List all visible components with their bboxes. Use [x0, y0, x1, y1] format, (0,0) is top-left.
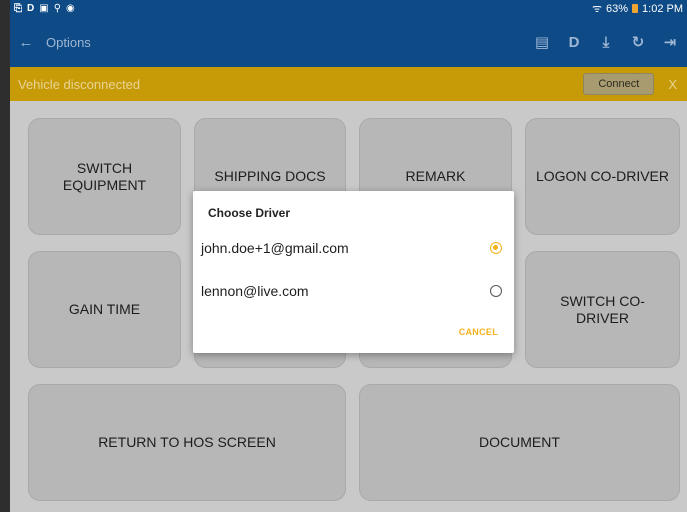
- battery-percent: 63%: [606, 2, 629, 15]
- back-arrow-icon[interactable]: ←: [12, 34, 40, 51]
- gallery-icon: ▣: [39, 3, 49, 14]
- driver-option[interactable]: lennon@live.com: [193, 274, 514, 308]
- vehicle-status-bar: Vehicle disconnected Connect X: [10, 67, 687, 101]
- driver-option-label: lennon@live.com: [201, 283, 309, 299]
- document-icon[interactable]: ▤: [533, 33, 551, 51]
- appbar-actions: ▤ D ⤓ ↻ ⇥: [533, 33, 687, 52]
- refresh-icon[interactable]: ↻: [629, 33, 647, 51]
- vehicle-status-message: Vehicle disconnected: [18, 76, 141, 92]
- dismiss-button[interactable]: X: [668, 77, 677, 92]
- choose-driver-dialog: Choose Driver john.doe+1@gmail.com lenno…: [193, 191, 514, 353]
- remark-label: REMARK: [405, 168, 466, 184]
- status-bar: ⎘ D ▣ ⚲ ◉ ᯤ 63% 1:02 PM: [10, 0, 687, 17]
- logon-codriver-label: LOGON CO-DRIVER: [535, 168, 669, 184]
- app-icon: ◉: [66, 3, 75, 14]
- app-bar: ← Options ▤ D ⤓ ↻ ⇥: [10, 17, 687, 67]
- page-title: Options: [46, 34, 91, 50]
- dialog-title: Choose Driver: [208, 206, 291, 220]
- d-icon[interactable]: D: [565, 34, 583, 51]
- gain-time-label: GAIN TIME: [68, 301, 141, 317]
- gain-time-button[interactable]: GAIN TIME: [28, 251, 181, 368]
- switch-codriver-button[interactable]: SWITCH CO-DRIVER: [525, 251, 680, 368]
- shipping-docs-label: SHIPPING DOCS: [214, 168, 326, 184]
- radio-unselected-icon[interactable]: [490, 285, 502, 297]
- driver-option[interactable]: john.doe+1@gmail.com: [193, 231, 514, 265]
- logout-icon[interactable]: ⇥: [661, 33, 679, 51]
- document-button[interactable]: DOCUMENT: [359, 384, 680, 501]
- logon-codriver-button[interactable]: LOGON CO-DRIVER: [525, 118, 680, 235]
- return-hos-button[interactable]: RETURN TO HOS SCREEN: [28, 384, 346, 501]
- connect-button[interactable]: Connect: [583, 73, 655, 95]
- return-hos-label: RETURN TO HOS SCREEN: [98, 434, 276, 450]
- app-frame: ⎘ D ▣ ⚲ ◉ ᯤ 63% 1:02 PM ← Options ▤ D ⤓ …: [0, 0, 687, 512]
- download-icon[interactable]: ⤓: [597, 34, 615, 51]
- usb-icon: ⚲: [53, 3, 62, 14]
- driver-option-label: john.doe+1@gmail.com: [201, 240, 349, 256]
- switch-equipment-button[interactable]: SWITCH EQUIPMENT: [28, 118, 181, 235]
- document-label: DOCUMENT: [479, 434, 560, 450]
- battery-icon: [632, 4, 639, 13]
- switch-equipment-label: SWITCH EQUIPMENT: [62, 159, 147, 193]
- d-icon: D: [27, 3, 35, 14]
- clock: 1:02 PM: [642, 2, 683, 15]
- wifi-icon: ᯤ: [591, 3, 602, 15]
- screenshot-icon: ⎘: [14, 3, 22, 14]
- switch-codriver-label: SWITCH CO-DRIVER: [560, 292, 645, 326]
- radio-selected-icon[interactable]: [490, 242, 502, 254]
- cancel-button[interactable]: CANCEL: [459, 327, 498, 337]
